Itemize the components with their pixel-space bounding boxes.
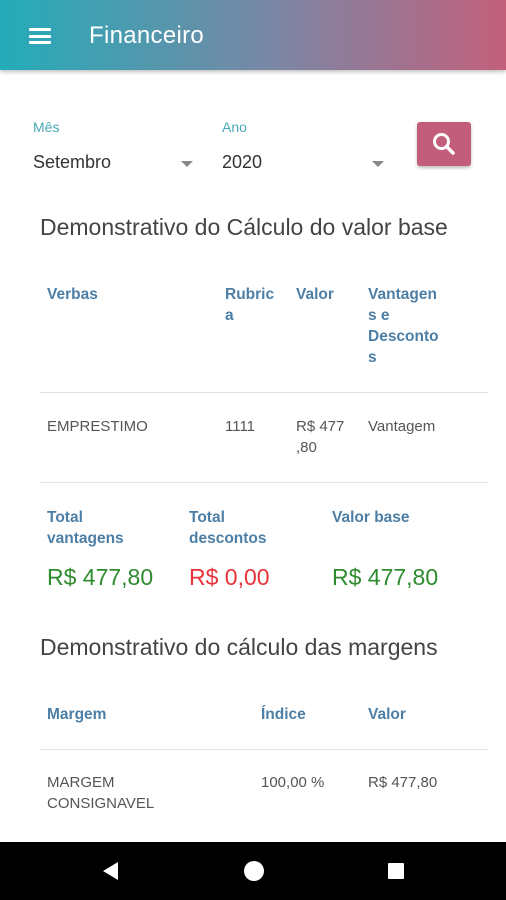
menu-icon[interactable] bbox=[29, 28, 51, 44]
home-icon[interactable] bbox=[244, 861, 264, 881]
section-title-valor-base: Demonstrativo do Cálculo do valor base bbox=[40, 214, 448, 240]
column-header-valor: Valor bbox=[368, 706, 406, 723]
cell-valor: R$ 477,80 bbox=[368, 774, 438, 791]
column-header-indice: Índice bbox=[261, 706, 306, 723]
column-header-vantagens-descontos: Vantagen s e Desconto s bbox=[368, 286, 439, 366]
section-title-margens: Demonstrativo do cálculo das margens bbox=[40, 634, 438, 660]
year-label: Ano bbox=[222, 119, 247, 135]
total-descontos-value: R$ 0,00 bbox=[189, 564, 270, 590]
column-header-rubrica: Rubric a bbox=[225, 286, 275, 324]
divider bbox=[40, 749, 488, 750]
divider bbox=[40, 482, 488, 483]
search-icon bbox=[433, 133, 455, 155]
month-value: Setembro bbox=[33, 152, 112, 172]
cell-margem: MARGEM CONSIGNAVEL bbox=[47, 774, 155, 812]
cell-valor: R$ 477 ,80 bbox=[296, 418, 345, 456]
cell-verba: EMPRESTIMO bbox=[47, 418, 148, 435]
column-header-margem: Margem bbox=[47, 706, 107, 723]
total-vantagens-label: Total vantagens bbox=[47, 509, 124, 547]
chevron-down-icon bbox=[181, 161, 193, 167]
valor-base-label: Valor base bbox=[332, 509, 410, 526]
divider bbox=[40, 392, 488, 393]
cell-indice: 100,00 % bbox=[261, 774, 325, 791]
cell-rubrica: 1111 bbox=[225, 418, 256, 435]
back-icon[interactable] bbox=[103, 862, 118, 880]
total-descontos-label: Total descontos bbox=[189, 509, 267, 547]
total-vantagens-value: R$ 477,80 bbox=[47, 564, 154, 590]
search-button[interactable] bbox=[417, 122, 471, 166]
column-header-verbas: Verbas bbox=[47, 286, 98, 303]
month-label: Mês bbox=[33, 119, 60, 135]
valor-base-value: R$ 477,80 bbox=[332, 564, 439, 590]
chevron-down-icon bbox=[372, 161, 384, 167]
recent-apps-icon[interactable] bbox=[388, 863, 404, 879]
year-value: 2020 bbox=[222, 152, 263, 172]
year-select[interactable]: 2020 bbox=[222, 148, 384, 178]
month-select[interactable]: Setembro bbox=[33, 148, 195, 178]
app-bar: Financeiro bbox=[0, 0, 506, 70]
page-title: Financeiro bbox=[89, 22, 205, 49]
column-header-valor: Valor bbox=[296, 286, 334, 303]
cell-tipo: Vantagem bbox=[368, 418, 436, 435]
